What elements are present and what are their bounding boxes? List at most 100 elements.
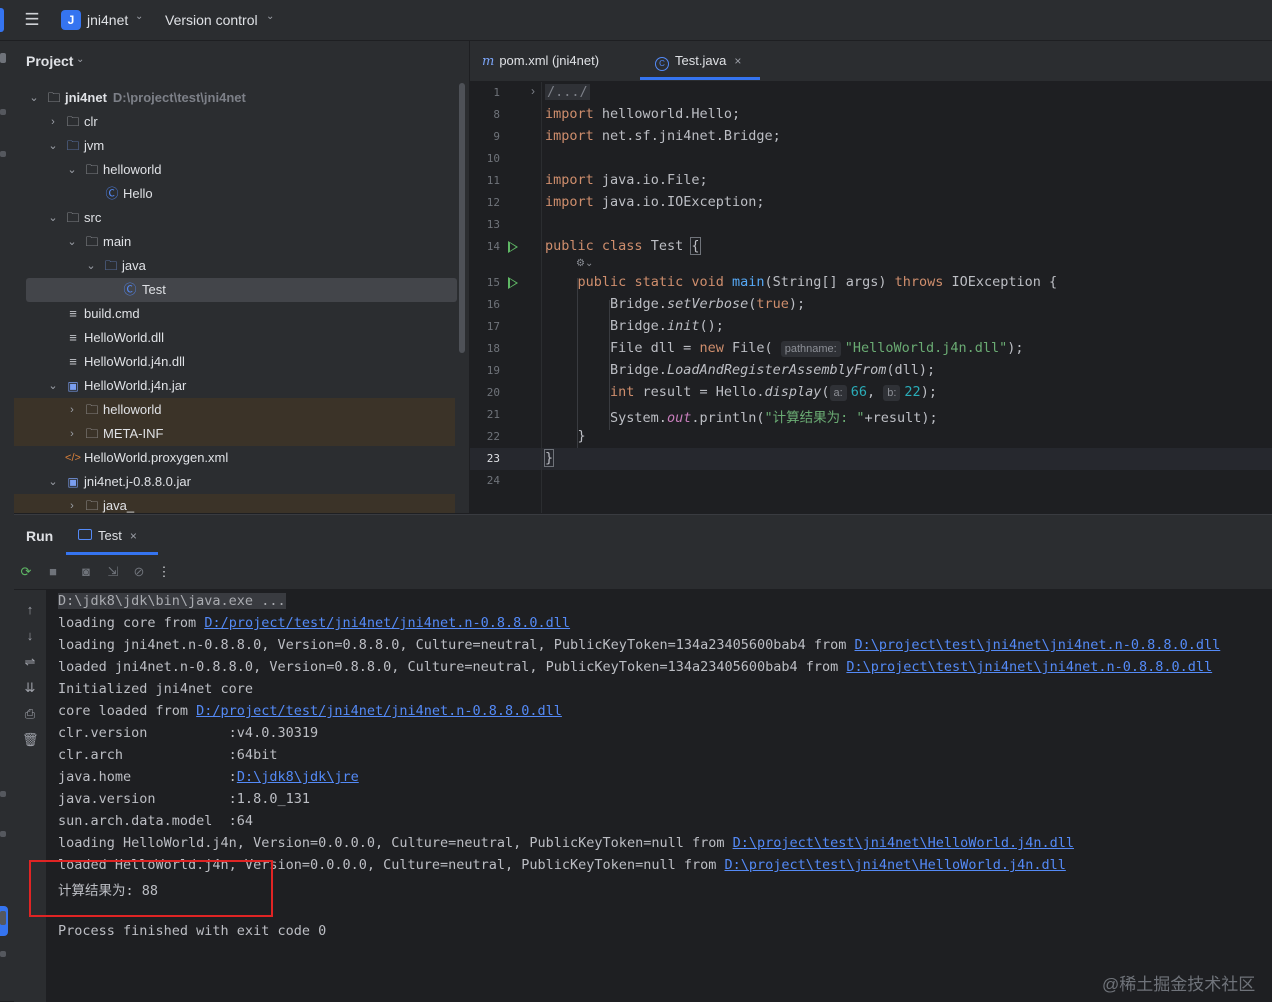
arrow-up-icon[interactable]: ↑ [22,602,38,618]
text-file-icon: ≡ [69,330,77,345]
project-scrollbar[interactable] [459,83,465,353]
run-panel: Run Test × ⟳ ■ ◙ ⇲ ⊘ ⋮ ↑ ↓ ⇌ ⇊ ⎙ 🗑 D:\jdk… [14,514,1272,1002]
tool-icon[interactable] [0,951,6,957]
tree-item-helloworld-dll[interactable]: ≡ HelloWorld.dll [14,326,455,350]
code-line-14: public class Test { [545,237,701,255]
console-link[interactable]: D:/project/test/jni4net/jni4net.n-0.8.8.… [196,703,562,719]
console-exit-line: Process finished with exit code 0 [58,923,327,939]
chevron-down-icon[interactable]: ⌄ [28,86,40,110]
chevron-right-icon[interactable]: › [66,494,78,513]
tool-icon[interactable] [0,109,6,115]
console-line: loading HelloWorld.j4n, Version=0.0.0.0,… [58,835,1074,851]
console-link[interactable]: D:\project\test\jni4net\jni4net.n-0.8.8.… [855,637,1221,653]
tree-item-helloworld-j4n-dll[interactable]: ≡ HelloWorld.j4n.dll [14,350,455,374]
code-line-21: System.out.println("计算结果为: "+result); [610,410,938,426]
console-link[interactable]: D:\jdk8\jdk\jre [237,769,359,785]
code-line-15: public static void main(String[] args) t… [577,274,1058,290]
tree-item-jni4net-jar[interactable]: ⌄ ▣ jni4net.j-0.8.8.0.jar [14,470,455,494]
tree-item-helloworld-package[interactable]: ⌄ 🗀 helloworld [14,158,455,182]
camera-icon[interactable]: ◙ [78,564,94,580]
tool-icon[interactable] [0,791,6,797]
version-control-dropdown[interactable]: Version control [165,12,258,28]
console-line: core loaded from D:/project/test/jni4net… [58,703,562,719]
line-number: 23 [486,452,500,465]
tree-item-label: META-INF [103,426,164,441]
project-badge[interactable]: J [61,10,81,30]
project-name-dropdown[interactable]: jni4net [87,12,128,28]
tree-item-meta-inf[interactable]: › 🗀 META-INF [14,422,455,446]
run-panel-header: Run Test × [14,515,1272,555]
arrow-down-icon[interactable]: ↓ [22,628,38,644]
parameter-hint: a: [829,385,847,401]
xml-file-icon: </> [65,452,81,464]
tree-item-build-cmd[interactable]: ≡ build.cmd [14,302,455,326]
tree-item-hello[interactable]: Ⓒ Hello [14,182,455,206]
chevron-down-icon[interactable]: ⌄ [47,470,59,494]
close-icon[interactable]: × [130,529,137,543]
project-tool-icon[interactable] [0,53,6,63]
run-icon[interactable] [508,241,518,253]
tree-item-helloworld-j4n-jar[interactable]: ⌄ ▣ HelloWorld.j4n.jar [14,374,455,398]
tab-test-java[interactable]: C Test.java × [655,53,741,71]
soft-wrap-icon[interactable]: ⇌ [22,654,38,670]
tab-pom-xml[interactable]: m pom.xml (jni4net) [482,53,599,69]
chevron-down-icon[interactable]: ⌄ [135,11,143,22]
tool-icon[interactable] [0,151,6,157]
chevron-down-icon[interactable]: ⌄ [47,134,59,158]
chevron-down-icon[interactable]: ⌄ [66,230,78,254]
console-line: java.version :1.8.0_131 [58,791,310,807]
folder-icon: 🗀 [66,210,80,225]
folded-region[interactable]: /.../ [545,84,590,100]
rerun-icon[interactable]: ⟳ [18,564,34,580]
code-vision-icon[interactable]: ⚙⌄ [576,258,593,269]
console-link[interactable]: D:\project\test\jni4net\jni4net.n-0.8.8.… [846,659,1212,675]
tool-icon[interactable] [0,831,6,837]
parameter-hint: b: [883,385,901,401]
line-number: 24 [486,474,500,487]
tree-item-jni4net[interactable]: ⌄ 🗀 jni4net D:\project\test\jni4net [14,86,455,110]
chevron-down-icon[interactable]: ⌄ [85,254,97,278]
console-link[interactable]: D:\project\test\jni4net\HelloWorld.j4n.d… [724,857,1065,873]
trash-icon[interactable]: 🗑 [22,732,39,748]
line-number: 10 [486,152,500,165]
tree-item-test[interactable]: Ⓒ Test [26,278,457,302]
tree-item-java-underscore[interactable]: › 🗀 java_ [14,494,455,513]
chevron-down-icon[interactable]: ⌄ [266,11,274,22]
tree-item-label: Hello [123,186,153,201]
chevron-down-icon[interactable]: ⌄ [76,54,84,65]
code-editor[interactable]: 1 8 9 10 11 12 13 14 15 16 17 18 19 20 2… [470,82,1272,513]
print-icon[interactable]: ⎙ [22,706,38,722]
run-tab-label: Test [98,528,122,543]
tree-item-clr[interactable]: › 🗀 clr [14,110,455,134]
chevron-down-icon[interactable]: ⌄ [47,206,59,230]
run-icon[interactable] [508,277,518,289]
tab-label: pom.xml (jni4net) [499,53,600,68]
tree-item-jvm[interactable]: ⌄ 🗀 jvm [14,134,455,158]
scroll-to-end-icon[interactable]: ⇊ [22,680,38,696]
console-link[interactable]: D:\project\test\jni4net\HelloWorld.j4n.d… [733,835,1074,851]
tree-item-src[interactable]: ⌄ 🗀 src [14,206,455,230]
chevron-down-icon[interactable]: ⌄ [66,158,78,182]
folder-source-icon: 🗀 [104,258,118,273]
tree-item-helloworld-folder[interactable]: › 🗀 helloworld [14,398,455,422]
more-options-icon[interactable]: ⋮ [156,564,172,580]
tree-item-main[interactable]: ⌄ 🗀 main [14,230,455,254]
chevron-right-icon[interactable]: › [66,422,78,446]
settings-icon[interactable]: ⊘ [131,564,147,580]
export-icon[interactable]: ⇲ [105,564,121,580]
chevron-right-icon[interactable]: › [66,398,78,422]
hamburger-menu-icon[interactable]: ☰ [22,10,42,30]
tree-item-java[interactable]: ⌄ 🗀 java [14,254,455,278]
run-tab-test[interactable]: Test × [78,528,137,543]
project-panel-title[interactable]: Project [26,53,73,69]
chevron-right-icon[interactable]: › [47,110,59,134]
chevron-down-icon[interactable]: ⌄ [47,374,59,398]
tree-item-proxygen-xml[interactable]: </> HelloWorld.proxygen.xml [14,446,455,470]
console-link[interactable]: D:/project/test/jni4net/jni4net.n-0.8.8.… [204,615,570,631]
tool-icon[interactable] [0,911,6,925]
close-icon[interactable]: × [734,54,741,68]
stop-icon[interactable]: ■ [45,564,61,580]
editor-tab-bar: m pom.xml (jni4net) C Test.java × [470,41,1272,82]
chevron-right-icon[interactable]: › [531,84,535,98]
tree-item-label: jni4net.j-0.8.8.0.jar [84,474,191,489]
